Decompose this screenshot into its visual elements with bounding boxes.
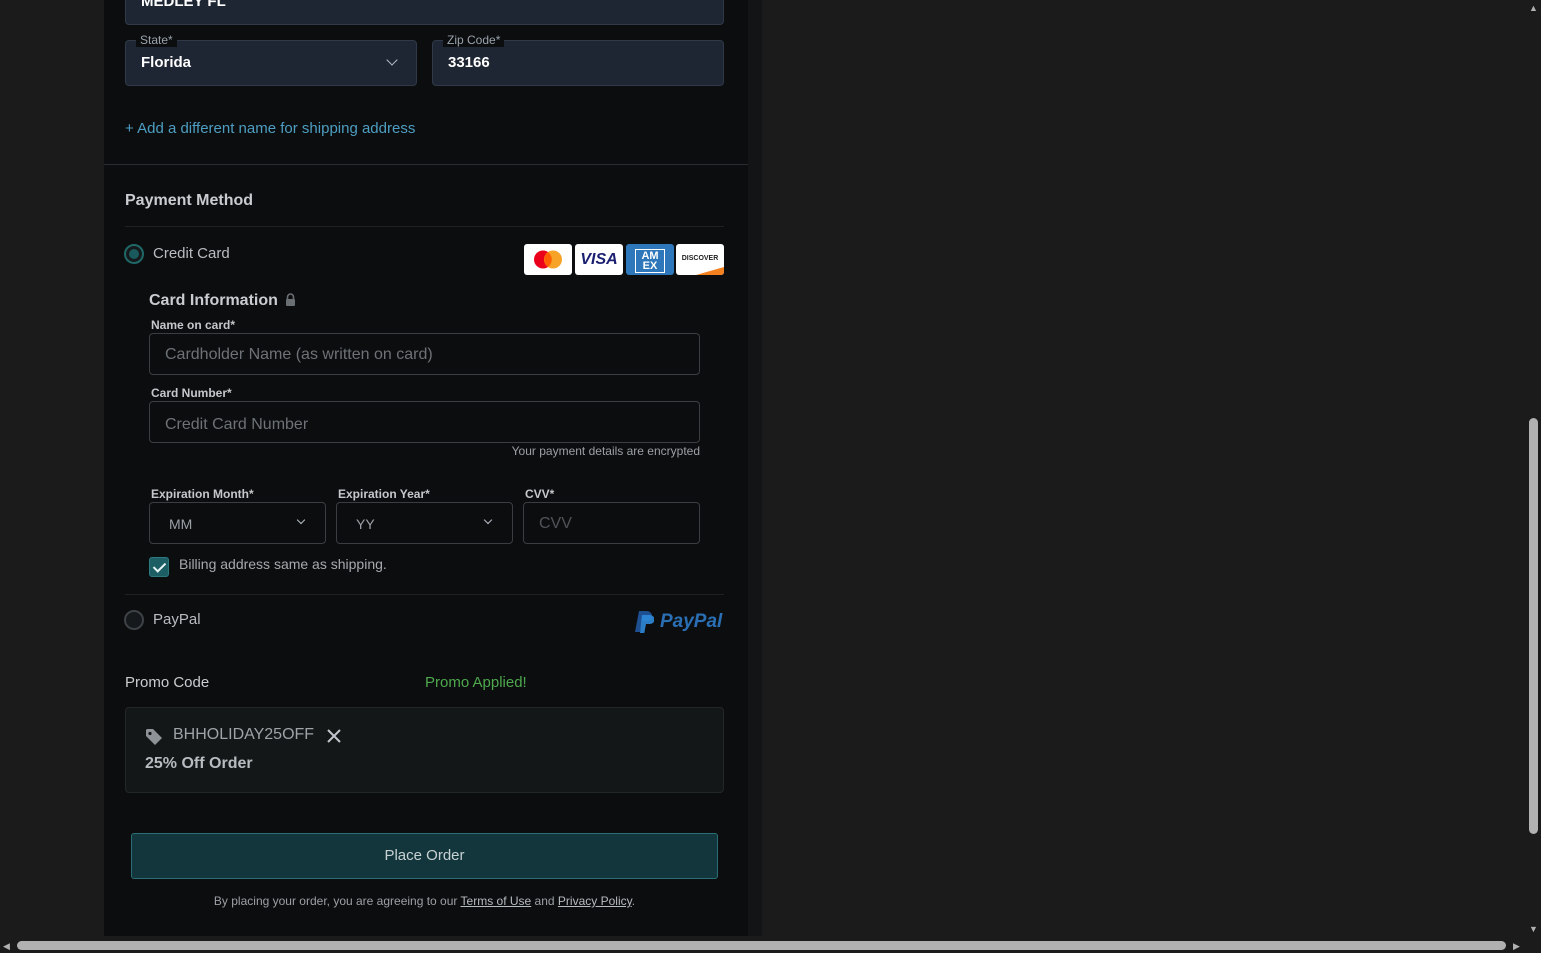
checkout-page: MEDLEY FL State* Florida Zip Code* 33166… bbox=[0, 0, 1541, 953]
zip-code-field[interactable]: Zip Code* 33166 bbox=[432, 33, 724, 86]
name-on-card-label: Name on card* bbox=[151, 318, 236, 332]
visa-logo: VISA bbox=[575, 244, 623, 275]
zip-value: 33166 bbox=[448, 54, 490, 71]
card-information-title: Card Information bbox=[149, 292, 296, 310]
paypal-icon bbox=[635, 611, 654, 633]
cvv-label: CVV* bbox=[525, 487, 555, 501]
remove-promo-close-icon[interactable] bbox=[327, 729, 341, 743]
chevron-down-icon bbox=[483, 515, 493, 525]
place-order-button[interactable]: Place Order bbox=[131, 833, 718, 879]
promo-box: BHHOLIDAY25OFF 25% Off Order bbox=[125, 707, 724, 793]
card-number-input[interactable]: Credit Card Number bbox=[149, 401, 700, 443]
state-value: Florida bbox=[141, 54, 192, 71]
card-number-label: Card Number* bbox=[151, 386, 232, 400]
state-select[interactable]: State* Florida bbox=[125, 33, 417, 86]
exp-month-label: Expiration Month* bbox=[151, 487, 254, 501]
promo-applied-status: Promo Applied! bbox=[425, 674, 527, 691]
paypal-logo: PayPal bbox=[634, 608, 726, 636]
discover-stripe bbox=[696, 267, 724, 275]
exp-month-value: MM bbox=[169, 516, 193, 532]
chevron-down-icon bbox=[296, 515, 306, 525]
encrypted-note: Your payment details are encrypted bbox=[511, 444, 700, 458]
tag-icon bbox=[145, 728, 163, 746]
scroll-down-arrow-icon[interactable]: ▼ bbox=[1529, 924, 1538, 934]
chevron-down-icon bbox=[386, 54, 398, 66]
promo-code-label: Promo Code bbox=[125, 674, 210, 691]
cvv-input[interactable]: CVV bbox=[523, 502, 700, 544]
horizontal-scrollbar[interactable]: ◀ ▶ bbox=[0, 938, 1541, 953]
discover-logo: DISCOVER bbox=[676, 244, 724, 275]
promo-code-value: BHHOLIDAY25OFF bbox=[173, 726, 315, 743]
paypal-label[interactable]: PayPal bbox=[153, 611, 201, 628]
lock-icon bbox=[285, 293, 296, 306]
terms-of-use-link[interactable]: Terms of Use bbox=[461, 894, 532, 908]
paypal-radio[interactable] bbox=[124, 610, 144, 630]
panel-edge bbox=[748, 0, 762, 936]
privacy-policy-link[interactable]: Privacy Policy bbox=[558, 894, 632, 908]
exp-year-value: YY bbox=[356, 516, 375, 532]
cardholder-name-input[interactable]: Cardholder Name (as written on card) bbox=[149, 333, 700, 375]
cvv-placeholder: CVV bbox=[539, 515, 572, 532]
city-value: MEDLEY FL bbox=[141, 0, 226, 10]
legal-notice: By placing your order, you are agreeing … bbox=[213, 894, 636, 908]
add-different-name-link[interactable]: + Add a different name for shipping addr… bbox=[125, 120, 415, 137]
amex-logo: AM EX bbox=[626, 244, 674, 275]
payment-method-title: Payment Method bbox=[125, 192, 254, 209]
vertical-scroll-thumb[interactable] bbox=[1529, 418, 1538, 834]
section-divider bbox=[104, 164, 748, 165]
cardholder-name-placeholder: Cardholder Name (as written on card) bbox=[165, 346, 433, 363]
card-number-placeholder: Credit Card Number bbox=[165, 416, 309, 433]
exp-year-select[interactable]: YY bbox=[336, 502, 513, 544]
billing-same-checkbox[interactable] bbox=[149, 557, 169, 577]
credit-card-radio[interactable] bbox=[124, 244, 144, 264]
promo-description: 25% Off Order bbox=[145, 755, 253, 772]
exp-year-label: Expiration Year* bbox=[338, 487, 430, 501]
exp-month-select[interactable]: MM bbox=[149, 502, 326, 544]
billing-same-label[interactable]: Billing address same as shipping. bbox=[179, 556, 387, 572]
zip-label: Zip Code* bbox=[443, 33, 505, 47]
state-label: State* bbox=[136, 33, 177, 47]
scroll-right-arrow-icon[interactable]: ▶ bbox=[1513, 941, 1520, 951]
checkout-form-panel bbox=[104, 0, 748, 936]
scroll-left-arrow-icon[interactable]: ◀ bbox=[3, 941, 10, 951]
scroll-up-arrow-icon[interactable]: ▲ bbox=[1529, 3, 1538, 13]
mastercard-logo bbox=[524, 244, 572, 275]
credit-card-label[interactable]: Credit Card bbox=[153, 245, 230, 262]
paypal-divider bbox=[125, 594, 724, 595]
city-field[interactable]: MEDLEY FL bbox=[125, 0, 724, 25]
payment-title-divider bbox=[125, 226, 724, 227]
vertical-scrollbar[interactable]: ▲ ▼ bbox=[1526, 0, 1541, 938]
horizontal-scroll-thumb[interactable] bbox=[17, 941, 1506, 950]
